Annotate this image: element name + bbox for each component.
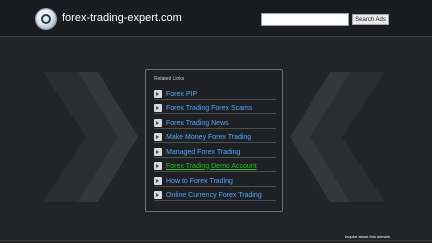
related-link-item[interactable]: Forex Trading News <box>154 118 276 129</box>
related-link-label[interactable]: Forex PIP <box>166 91 197 98</box>
arrow-bullet-icon <box>154 162 162 170</box>
search-ads-button[interactable]: Search Ads <box>352 14 389 25</box>
related-link-item[interactable]: Managed Forex Trading <box>154 147 276 158</box>
site-title[interactable]: forex-trading-expert.com <box>62 12 182 24</box>
related-link-label[interactable]: Managed Forex Trading <box>166 149 240 156</box>
inquire-domain-link[interactable]: Inquire about this domain <box>345 234 390 239</box>
related-link-item[interactable]: Forex PIP <box>154 89 276 100</box>
globe-logo-icon[interactable] <box>36 9 56 29</box>
related-link-item[interactable]: Forex Trading Demo Account <box>154 161 276 172</box>
related-links-panel: Related Links Forex PIP Forex Trading Fo… <box>145 69 283 212</box>
related-link-label[interactable]: Make Money Forex Trading <box>166 134 251 141</box>
panel-title: Related Links <box>154 76 185 82</box>
left-chevron-decoration-icon <box>43 72 138 202</box>
related-link-item[interactable]: Forex Trading Forex Scams <box>154 103 276 114</box>
related-link-item[interactable]: Make Money Forex Trading <box>154 132 276 143</box>
arrow-bullet-icon <box>154 104 162 112</box>
arrow-bullet-icon <box>154 177 162 185</box>
arrow-bullet-icon <box>154 133 162 141</box>
header-bar: forex-trading-expert.com Search Ads <box>0 0 432 37</box>
arrow-bullet-icon <box>154 148 162 156</box>
related-link-item[interactable]: Online Currency Forex Trading <box>154 190 276 201</box>
search-input[interactable] <box>261 13 349 26</box>
arrow-bullet-icon <box>154 119 162 127</box>
related-link-label[interactable]: How to Forex Trading <box>166 178 233 185</box>
related-link-label[interactable]: Forex Trading Forex Scams <box>166 105 252 112</box>
related-link-label[interactable]: Forex Trading Demo Account <box>166 163 257 170</box>
related-link-item[interactable]: How to Forex Trading <box>154 176 276 187</box>
right-chevron-decoration-icon <box>290 72 385 202</box>
arrow-bullet-icon <box>154 90 162 98</box>
arrow-bullet-icon <box>154 191 162 199</box>
footer-divider <box>0 240 432 241</box>
related-link-label[interactable]: Forex Trading News <box>166 120 229 127</box>
related-link-label[interactable]: Online Currency Forex Trading <box>166 192 262 199</box>
